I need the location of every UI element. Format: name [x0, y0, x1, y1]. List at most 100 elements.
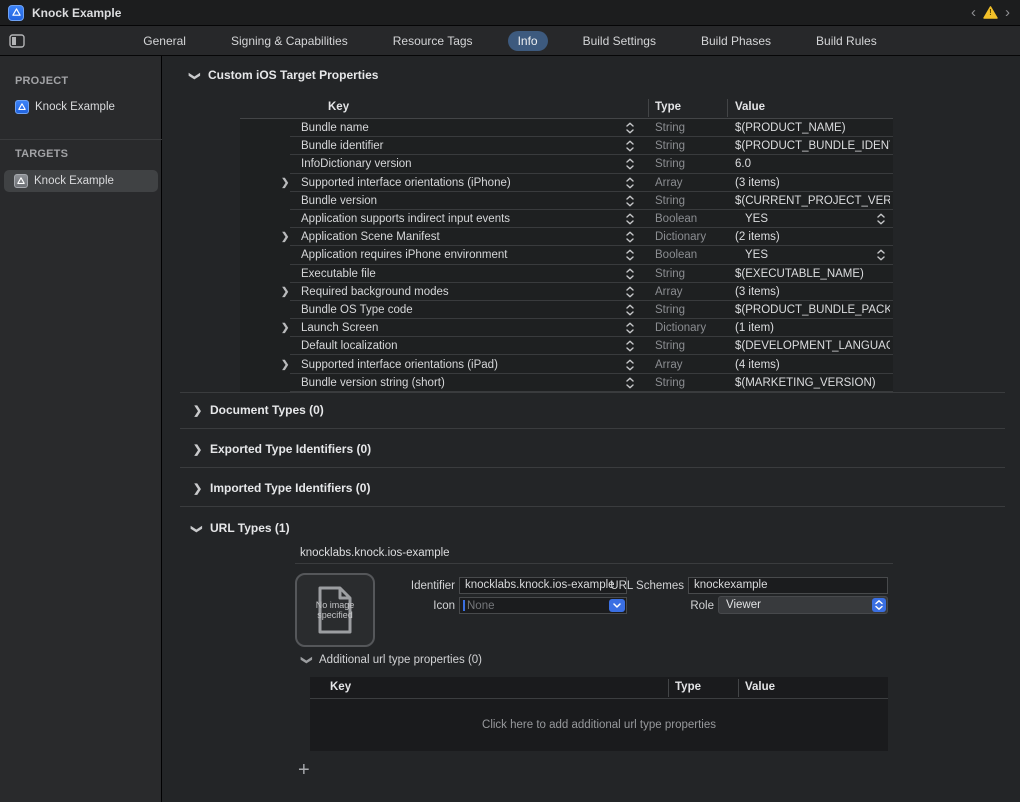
property-value: $(PRODUCT_BUNDLE_PACKA [735, 304, 890, 316]
property-row[interactable]: ❯ Bundle version string (short) String $… [240, 374, 893, 392]
key-stepper-icon[interactable] [626, 122, 634, 134]
property-row[interactable]: ❯ Supported interface orientations (iPho… [240, 174, 893, 192]
key-stepper-icon[interactable] [626, 213, 634, 225]
property-key: Application supports indirect input even… [301, 213, 510, 225]
tab-build-settings[interactable]: Build Settings [573, 31, 666, 51]
property-row[interactable]: ❯ Bundle name String $(PRODUCT_NAME) [240, 119, 893, 137]
divider [180, 392, 1005, 393]
property-value: $(DEVELOPMENT_LANGUAGI [735, 340, 890, 352]
properties-table-header: Key Type Value [240, 97, 893, 119]
property-type: String [655, 158, 685, 170]
property-row[interactable]: ❯ Bundle version String $(CURRENT_PROJEC… [240, 192, 893, 210]
property-type: String [655, 304, 685, 316]
divider [180, 428, 1005, 429]
tab-general[interactable]: General [133, 31, 196, 51]
tab-resource-tags[interactable]: Resource Tags [383, 31, 483, 51]
key-stepper-icon[interactable] [626, 322, 634, 334]
property-key: InfoDictionary version [301, 158, 412, 170]
window-title: Knock Example [32, 6, 121, 20]
divider [648, 99, 649, 117]
divider [0, 139, 162, 140]
property-row[interactable]: ❯ Default localization String $(DEVELOPM… [240, 337, 893, 355]
section-imported-type-identifiers[interactable]: ❯ Imported Type Identifiers (0) [193, 481, 370, 495]
tab-build-phases[interactable]: Build Phases [691, 31, 781, 51]
divider [180, 506, 1005, 507]
url-type-name: knocklabs.knock.ios-example [300, 547, 450, 559]
property-type: String [655, 268, 685, 280]
property-row[interactable]: ❯ Application supports indirect input ev… [240, 210, 893, 228]
key-stepper-icon[interactable] [626, 286, 634, 298]
key-stepper-icon[interactable] [626, 340, 634, 352]
property-type: Array [655, 286, 682, 298]
property-row[interactable]: ❯ Bundle identifier String $(PRODUCT_BUN… [240, 137, 893, 155]
chevron-right-icon: ❯ [193, 404, 202, 417]
property-value: YES [745, 249, 768, 261]
section-custom-ios-properties[interactable]: ❯ Custom iOS Target Properties [191, 68, 378, 82]
role-label: Role [614, 600, 714, 612]
target-tabbar: General Signing & Capabilities Resource Ta… [0, 26, 1020, 56]
key-stepper-icon[interactable] [626, 359, 634, 371]
property-value: (3 items) [735, 177, 780, 189]
icon-combobox[interactable]: None [459, 597, 627, 614]
key-stepper-icon[interactable] [626, 231, 634, 243]
forward-chevron-icon[interactable]: › [1005, 5, 1010, 20]
property-row[interactable]: ❯ Required background modes Array (3 ite… [240, 283, 893, 301]
key-stepper-icon[interactable] [626, 304, 634, 316]
additional-properties-disclosure[interactable]: ❯ Additional url type properties (0) [303, 653, 482, 666]
section-document-types[interactable]: ❯ Document Types (0) [193, 403, 324, 417]
property-row[interactable]: ❯ Bundle OS Type code String $(PRODUCT_B… [240, 301, 893, 319]
divider [727, 99, 728, 117]
property-row[interactable]: ❯ Application Scene Manifest Dictionary … [240, 228, 893, 246]
properties-table: Key Type Value ❯ Bundle name String $(PR… [240, 97, 893, 392]
additional-properties-table: Key Type Value Click here to add additio… [310, 677, 888, 751]
key-stepper-icon[interactable] [626, 377, 634, 389]
divider [295, 563, 893, 564]
key-stepper-icon[interactable] [626, 140, 634, 152]
property-value: YES [745, 213, 768, 225]
key-stepper-icon[interactable] [626, 177, 634, 189]
sidebar-item-target-selected[interactable]: Knock Example [4, 170, 158, 192]
role-popup-button[interactable]: Viewer [718, 596, 888, 614]
no-image-label: No image specified [309, 600, 361, 620]
disclosure-chevron-icon[interactable]: ❯ [281, 323, 289, 334]
icon-label: Icon [355, 600, 455, 612]
url-schemes-field[interactable]: knockexample [688, 577, 888, 594]
property-type: String [655, 195, 685, 207]
sidebar-item-project[interactable]: Knock Example [15, 100, 115, 114]
key-stepper-icon[interactable] [626, 249, 634, 261]
boolean-stepper-icon[interactable] [877, 249, 885, 261]
additional-properties-empty-row[interactable]: Click here to add additional url type pr… [310, 699, 888, 751]
property-key: Executable file [301, 268, 376, 280]
warning-icon[interactable]: ! [983, 6, 998, 19]
key-stepper-icon[interactable] [626, 268, 634, 280]
divider [668, 679, 669, 697]
targets-section-header: TARGETS [15, 148, 68, 160]
key-stepper-icon[interactable] [626, 195, 634, 207]
sidebar-toggle-icon[interactable] [9, 34, 25, 53]
section-exported-type-identifiers[interactable]: ❯ Exported Type Identifiers (0) [193, 442, 371, 456]
property-value: (1 item) [735, 322, 774, 334]
tab-signing-capabilities[interactable]: Signing & Capabilities [221, 31, 358, 51]
property-row[interactable]: ❯ Executable file String $(EXECUTABLE_NA… [240, 265, 893, 283]
disclosure-chevron-icon[interactable]: ❯ [281, 232, 289, 243]
property-row[interactable]: ❯ Launch Screen Dictionary (1 item) [240, 319, 893, 337]
add-url-type-button[interactable]: + [298, 761, 310, 779]
disclosure-chevron-icon[interactable]: ❯ [281, 286, 289, 297]
section-url-types[interactable]: ❯ URL Types (1) [193, 521, 290, 535]
property-key: Bundle identifier [301, 140, 383, 152]
window-titlebar: Knock Example ‹ ! › [0, 0, 1020, 26]
property-row[interactable]: ❯ InfoDictionary version String 6.0 [240, 155, 893, 173]
property-key: Launch Screen [301, 322, 378, 334]
tab-info[interactable]: Info [508, 31, 548, 51]
property-row[interactable]: ❯ Supported interface orientations (iPad… [240, 355, 893, 373]
property-row[interactable]: ❯ Application requires iPhone environmen… [240, 246, 893, 264]
disclosure-chevron-icon[interactable]: ❯ [281, 359, 289, 370]
divider [180, 467, 1005, 468]
key-stepper-icon[interactable] [626, 158, 634, 170]
back-chevron-icon[interactable]: ‹ [971, 5, 976, 20]
property-value: $(PRODUCT_BUNDLE_IDENT [735, 140, 890, 152]
tab-build-rules[interactable]: Build Rules [806, 31, 887, 51]
boolean-stepper-icon[interactable] [877, 213, 885, 225]
disclosure-chevron-icon[interactable]: ❯ [281, 177, 289, 188]
property-key: Bundle OS Type code [301, 304, 413, 316]
